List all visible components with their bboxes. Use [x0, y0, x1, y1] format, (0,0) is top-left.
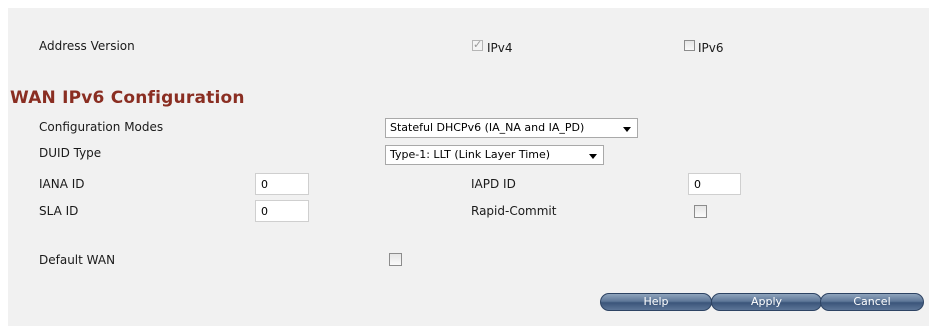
sla-id-input[interactable] [255, 200, 309, 222]
ipv4-label: IPv4 [487, 41, 513, 55]
section-title: WAN IPv6 Configuration [10, 88, 245, 108]
address-version-label: Address Version [39, 39, 135, 53]
ipv4-checkbox[interactable] [472, 38, 483, 51]
wan-config-panel [8, 8, 929, 326]
ipv6-label: IPv6 [698, 41, 724, 55]
sla-id-label: SLA ID [39, 204, 79, 218]
cancel-button[interactable]: Cancel [820, 293, 924, 311]
chevron-down-icon [623, 127, 631, 132]
help-button[interactable]: Help [600, 293, 712, 311]
iapd-id-input[interactable] [688, 173, 741, 195]
duid-type-value: Type-1: LLT (Link Layer Time) [390, 148, 551, 161]
rapid-commit-checkbox[interactable] [694, 205, 707, 218]
config-modes-label: Configuration Modes [39, 120, 164, 134]
duid-type-label: DUID Type [39, 146, 102, 160]
config-modes-select[interactable]: Stateful DHCPv6 (IA_NA and IA_PD) [385, 118, 638, 138]
apply-button[interactable]: Apply [711, 293, 822, 311]
duid-type-select[interactable]: Type-1: LLT (Link Layer Time) [385, 145, 604, 165]
ipv6-checkbox[interactable] [684, 40, 695, 51]
rapid-commit-label: Rapid-Commit [471, 204, 557, 218]
config-modes-value: Stateful DHCPv6 (IA_NA and IA_PD) [390, 121, 585, 134]
iana-id-input[interactable] [255, 173, 309, 195]
default-wan-checkbox[interactable] [389, 253, 402, 266]
default-wan-label: Default WAN [39, 253, 116, 267]
iana-id-label: IANA ID [39, 177, 85, 191]
iapd-id-label: IAPD ID [471, 177, 516, 191]
chevron-down-icon [589, 154, 597, 159]
